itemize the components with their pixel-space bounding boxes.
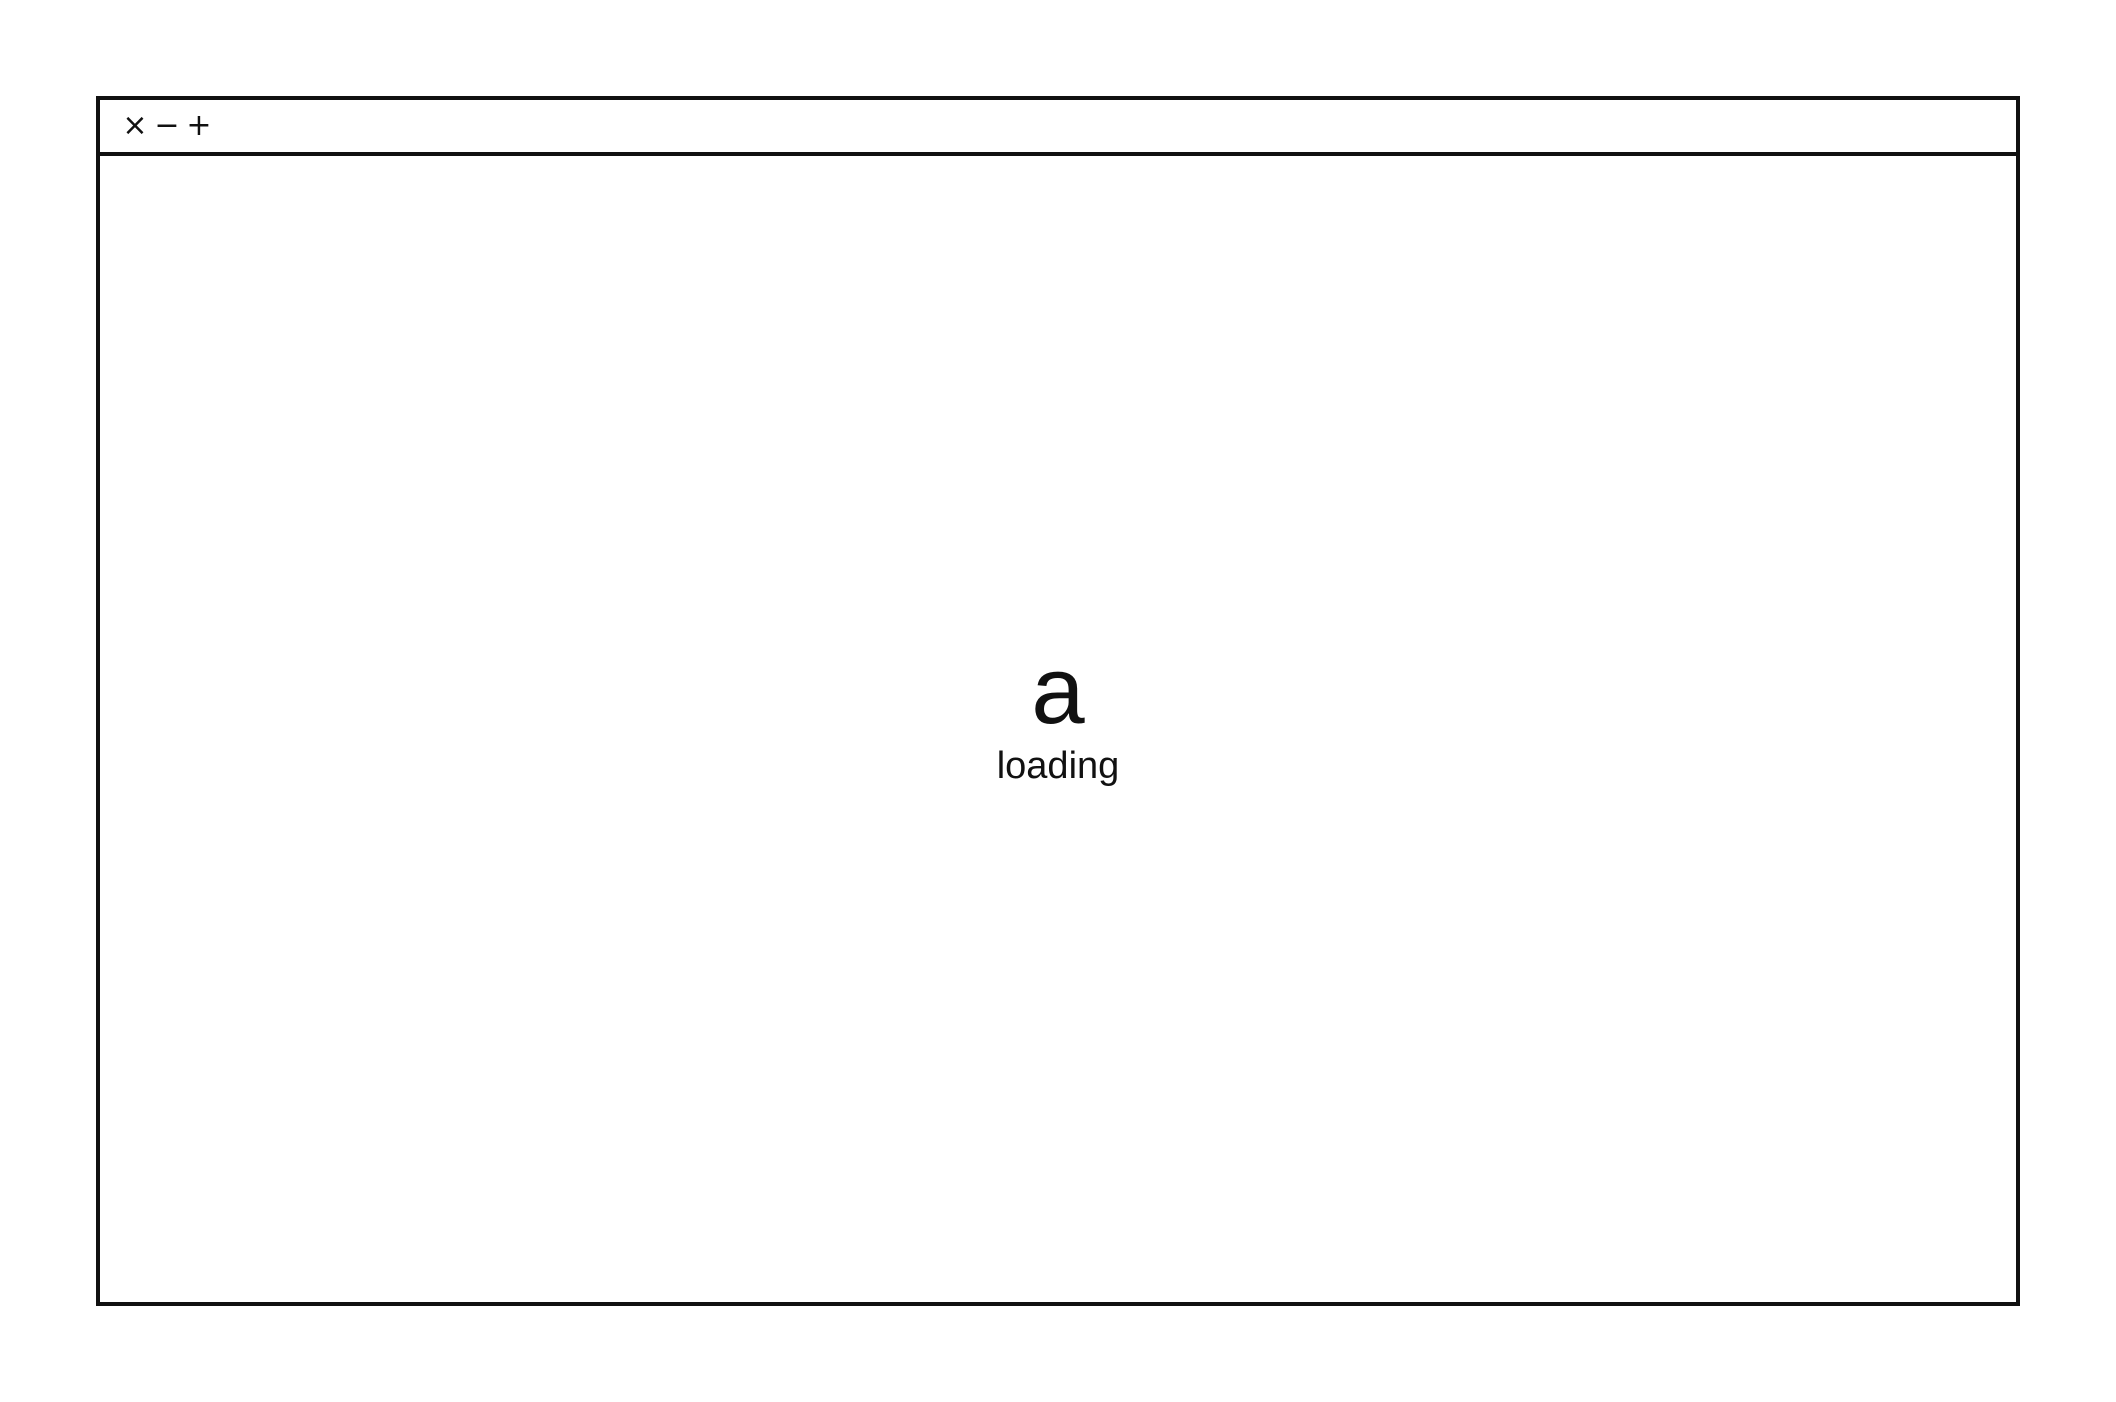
loading-indicator: a loading <box>996 637 1120 788</box>
window-content: a loading <box>100 156 2016 1302</box>
title-bar: × − + <box>100 100 2016 156</box>
maximize-icon[interactable]: + <box>186 106 212 146</box>
app-window: × − + a loading <box>96 96 2020 1306</box>
app-logo: a <box>1031 637 1085 744</box>
loading-status-text: loading <box>996 745 1120 787</box>
close-icon[interactable]: × <box>122 106 148 146</box>
minimize-icon[interactable]: − <box>154 106 180 146</box>
